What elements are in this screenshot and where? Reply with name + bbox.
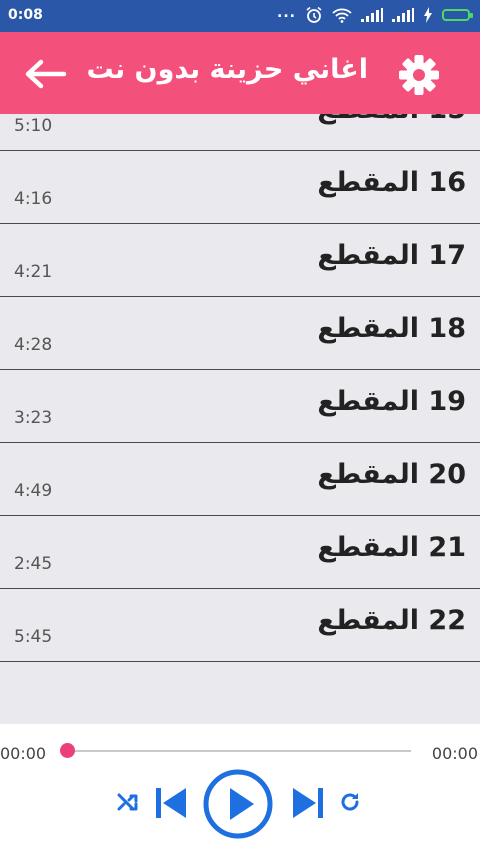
track-duration: 4:28: [14, 335, 53, 355]
track-title: 19 المقطع: [317, 386, 466, 417]
track-duration: 5:10: [14, 116, 53, 136]
battery-icon: [442, 9, 473, 21]
next-button[interactable]: [290, 785, 326, 825]
arrow-left-icon: [25, 59, 67, 89]
app-bar: اغاني حزينة بدون نت: [0, 32, 480, 114]
next-icon: [293, 788, 323, 818]
charging-icon: [424, 7, 432, 23]
track-duration: 4:21: [14, 262, 53, 282]
settings-button[interactable]: [396, 52, 442, 98]
repeat-icon: [341, 793, 359, 811]
status-icons: ...: [277, 5, 473, 24]
track-row[interactable]: 19 المقطع 3:23: [0, 370, 480, 443]
track-duration: 4:16: [14, 189, 53, 209]
previous-button[interactable]: [153, 785, 189, 825]
seek-bar[interactable]: [68, 750, 411, 752]
notification-dots: ...: [277, 5, 296, 21]
track-list[interactable]: 15 المقطع 5:10 16 المقطع 4:16 17 المقطع …: [0, 114, 480, 724]
shuffle-button[interactable]: [116, 789, 142, 819]
signal-icon: [392, 8, 414, 22]
track-row[interactable]: 17 المقطع 4:21: [0, 224, 480, 297]
track-row[interactable]: 16 المقطع 4:16: [0, 151, 480, 224]
track-title: 15 المقطع: [317, 114, 466, 125]
track-title: 22 المقطع: [317, 605, 466, 636]
play-button[interactable]: [203, 769, 273, 843]
app-title: اغاني حزينة بدون نت: [86, 54, 368, 85]
shuffle-icon: [117, 793, 138, 811]
track-row[interactable]: 18 المقطع 4:28: [0, 297, 480, 370]
track-duration: 3:23: [14, 408, 53, 428]
player-controls: [0, 769, 480, 839]
status-bar: 0:08 ...: [0, 0, 480, 32]
track-duration: 2:45: [14, 554, 53, 574]
track-row[interactable]: 21 المقطع 2:45: [0, 516, 480, 589]
previous-icon: [156, 788, 186, 818]
track-title: 18 المقطع: [317, 313, 466, 344]
track-duration: 4:49: [14, 481, 53, 501]
wifi-icon: [332, 8, 352, 23]
back-button[interactable]: [22, 54, 68, 94]
repeat-button[interactable]: [338, 790, 362, 818]
current-time: 00:00: [0, 744, 47, 763]
track-title: 20 المقطع: [317, 459, 466, 490]
alarm-icon: [306, 6, 322, 23]
track-duration: 5:45: [14, 627, 53, 647]
track-row[interactable]: 22 المقطع 5:45: [0, 589, 480, 662]
seek-thumb[interactable]: [60, 743, 75, 758]
track-title: 21 المقطع: [317, 532, 466, 563]
gear-icon: [399, 55, 439, 95]
track-title: 17 المقطع: [317, 240, 466, 271]
status-time: 0:08: [8, 7, 43, 23]
play-icon: [203, 769, 273, 839]
track-title: 16 المقطع: [317, 167, 466, 198]
track-row[interactable]: 15 المقطع 5:10: [0, 114, 480, 151]
total-time: 00:00: [431, 744, 478, 763]
track-row[interactable]: 20 المقطع 4:49: [0, 443, 480, 516]
player-bar: 00:00 00:00: [0, 724, 480, 853]
signal-icon: [361, 8, 383, 22]
